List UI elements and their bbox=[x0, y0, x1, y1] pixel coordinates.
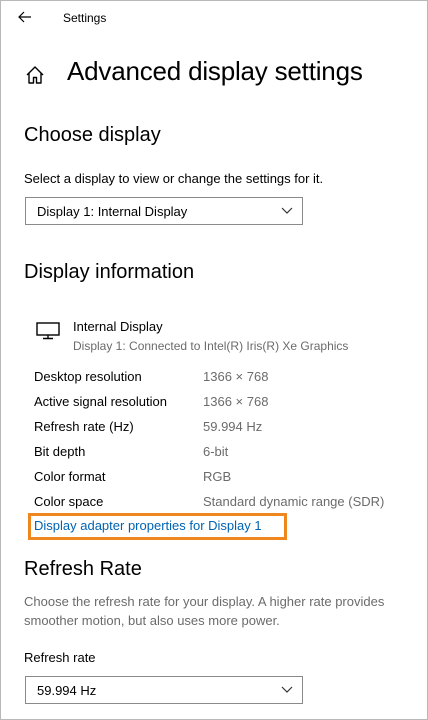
refresh-rate-label: Refresh rate bbox=[24, 650, 96, 665]
page-title: Advanced display settings bbox=[67, 56, 363, 86]
back-button[interactable] bbox=[12, 6, 38, 28]
app-title: Settings bbox=[63, 11, 107, 25]
refresh-rate-select-value: 59.994 Hz bbox=[37, 683, 97, 698]
info-label: Desktop resolution bbox=[34, 369, 142, 384]
info-row-desktop-resolution: Desktop resolution 1366 × 768 bbox=[0, 369, 428, 389]
info-row-color-space: Color space Standard dynamic range (SDR) bbox=[0, 494, 428, 514]
title-bar: Settings bbox=[0, 0, 428, 34]
display-information-heading: Display information bbox=[24, 261, 195, 283]
display-select[interactable]: Display 1: Internal Display bbox=[25, 197, 303, 225]
refresh-rate-description: Choose the refresh rate for your display… bbox=[24, 594, 385, 628]
chevron-down-icon bbox=[281, 686, 293, 693]
page-header: Advanced display settings bbox=[0, 54, 428, 98]
back-arrow-icon bbox=[18, 11, 31, 23]
info-label: Color space bbox=[34, 494, 104, 509]
info-value: RGB bbox=[203, 469, 232, 484]
info-value: Standard dynamic range (SDR) bbox=[203, 494, 385, 509]
monitor-icon bbox=[36, 322, 60, 340]
info-value: 1366 × 768 bbox=[203, 394, 269, 409]
info-label: Active signal resolution bbox=[34, 394, 167, 409]
info-value: 1366 × 768 bbox=[203, 369, 269, 384]
choose-display-description: Select a display to view or change the s… bbox=[24, 171, 324, 186]
info-row-bit-depth: Bit depth 6-bit bbox=[0, 444, 428, 464]
info-label: Bit depth bbox=[34, 444, 86, 459]
info-label: Color format bbox=[34, 469, 106, 484]
chevron-down-icon bbox=[281, 207, 293, 214]
info-label: Refresh rate (Hz) bbox=[34, 419, 134, 434]
info-row-color-format: Color format RGB bbox=[0, 469, 428, 489]
choose-display-heading: Choose display bbox=[24, 124, 161, 146]
info-value: 6-bit bbox=[203, 444, 229, 459]
info-value: 59.994 Hz bbox=[203, 419, 263, 434]
display-adapter-properties-link[interactable]: Display adapter properties for Display 1 bbox=[34, 518, 262, 533]
display-connection: Display 1: Connected to Intel(R) Iris(R)… bbox=[73, 339, 349, 353]
refresh-rate-heading: Refresh Rate bbox=[24, 558, 142, 580]
display-select-value: Display 1: Internal Display bbox=[37, 204, 188, 219]
display-name: Internal Display bbox=[73, 319, 163, 334]
info-row-active-signal-resolution: Active signal resolution 1366 × 768 bbox=[0, 394, 428, 414]
info-row-refresh-rate: Refresh rate (Hz) 59.994 Hz bbox=[0, 419, 428, 439]
home-icon[interactable] bbox=[24, 64, 46, 86]
refresh-rate-select[interactable]: 59.994 Hz bbox=[25, 676, 303, 704]
